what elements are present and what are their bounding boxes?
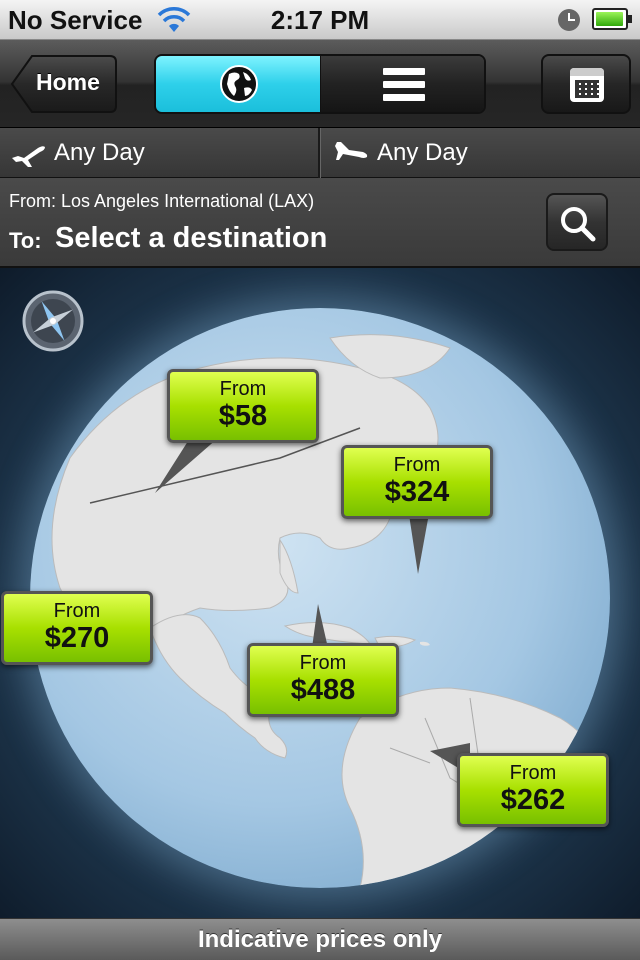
price-pointer (155, 438, 218, 493)
destination-label: To: (9, 228, 42, 253)
date-selector-row: Any Day Any Day (0, 128, 640, 178)
home-button-label: Home (36, 69, 100, 95)
search-button[interactable] (546, 193, 608, 251)
price-tag-amount: $58 (218, 400, 268, 432)
search-icon (561, 207, 596, 242)
price-tag-from: From (299, 652, 347, 674)
route-panel: From: Los Angeles International (LAX) To… (0, 178, 640, 268)
globe-view-tab[interactable] (156, 56, 321, 112)
price-tag-amount: $262 (500, 784, 566, 816)
footer-bar: Indicative prices only (0, 918, 640, 960)
calendar-button[interactable] (541, 54, 631, 114)
view-toggle (154, 54, 486, 114)
status-bar: No Service 2:17 PM (0, 0, 640, 40)
price-tag-from: From (53, 600, 101, 622)
plane-depart-icon (12, 146, 45, 167)
clock-time: 2:17 PM (270, 5, 370, 35)
globe-map[interactable]: From $58 From $324 From $270 From $488 F… (0, 268, 640, 918)
price-tag[interactable]: From $270 (1, 591, 153, 665)
indicative-prices-note: Indicative prices only (197, 926, 443, 953)
price-tag[interactable]: From $58 (167, 369, 319, 443)
list-icon (382, 68, 425, 102)
price-tag[interactable]: From $488 (247, 643, 399, 717)
return-date-label: Any Day (377, 139, 468, 166)
list-view-tab[interactable] (320, 56, 484, 112)
clock-icon (558, 9, 580, 31)
price-tag[interactable]: From $324 (341, 445, 493, 519)
battery-icon (592, 8, 632, 30)
calendar-icon (570, 68, 604, 102)
price-tag-amount: $324 (384, 476, 450, 508)
price-tag-amount: $488 (290, 674, 356, 706)
battery-level-fill (596, 12, 623, 26)
depart-date-selector[interactable]: Any Day (0, 128, 320, 178)
destination-value[interactable]: Select a destination (55, 222, 327, 255)
price-tag[interactable]: From $262 (457, 753, 609, 827)
return-date-selector[interactable]: Any Day (320, 128, 640, 178)
price-tag-from: From (393, 454, 441, 476)
price-tag-from: From (219, 378, 267, 400)
price-tag-from: From (509, 762, 557, 784)
depart-date-label: Any Day (54, 139, 145, 166)
compass-icon[interactable] (22, 290, 84, 352)
plane-arrive-icon (335, 142, 368, 160)
price-tag-amount: $270 (44, 622, 110, 654)
home-button[interactable]: Home (10, 54, 118, 114)
navigation-bar: Home (0, 40, 640, 128)
globe-icon (220, 65, 258, 103)
origin-airport: From: Los Angeles International (LAX) (9, 191, 315, 211)
